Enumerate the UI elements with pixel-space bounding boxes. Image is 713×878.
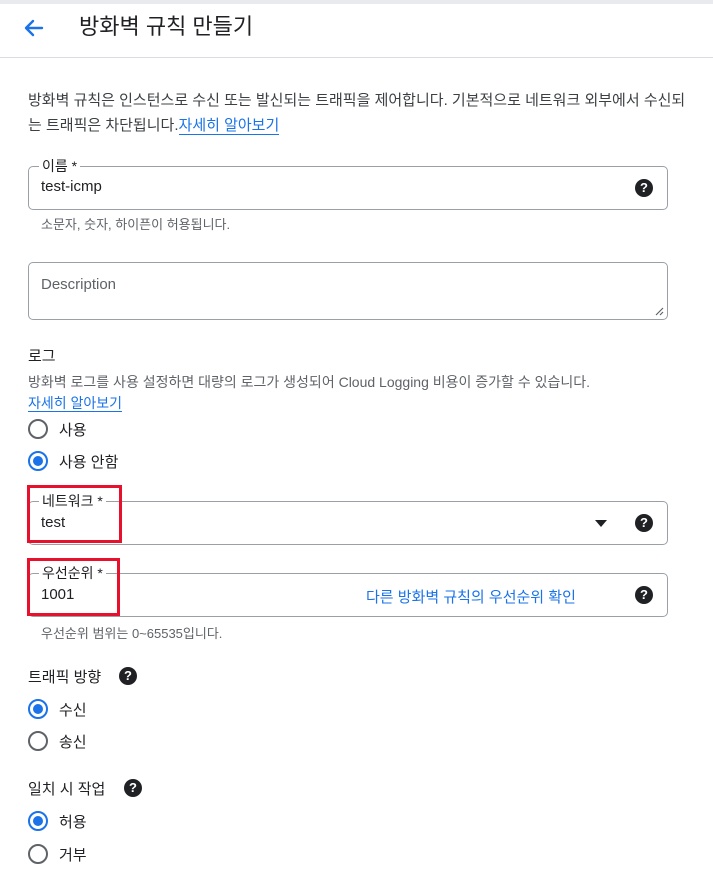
highlight-box — [27, 558, 120, 616]
name-field-label: 이름 * — [39, 157, 81, 175]
action-deny-radio[interactable]: 거부 — [28, 843, 108, 865]
priority-hint: 우선순위 범위는 0~65535입니다. — [41, 626, 223, 641]
page-header: 방화벽 규칙 만들기 — [0, 4, 713, 58]
highlight-box — [27, 485, 122, 543]
back-button[interactable] — [18, 12, 50, 44]
logs-description: 방화벽 로그를 사용 설정하면 대량의 로그가 생성되어 Cloud Loggi… — [28, 372, 688, 414]
help-icon[interactable]: ? — [124, 779, 142, 797]
radio-label: 송신 — [59, 734, 87, 751]
help-icon[interactable]: ? — [119, 667, 137, 685]
help-icon[interactable]: ? — [635, 179, 653, 197]
network-select[interactable]: 네트워크 * test ? — [28, 492, 668, 545]
page-title: 방화벽 규칙 만들기 — [79, 14, 254, 39]
action-allow-radio[interactable]: 허용 — [28, 810, 108, 832]
radio-label: 수신 — [59, 702, 87, 719]
radio-icon — [28, 451, 48, 471]
intro-description: 방화벽 규칙은 인스턴스로 수신 또는 발신되는 트래픽을 제어합니다. 기본적… — [28, 92, 686, 134]
name-field[interactable]: 이름 * test-icmp ? — [28, 157, 668, 210]
name-input[interactable]: test-icmp — [41, 178, 102, 195]
priority-check-link[interactable]: 다른 방화벽 규칙의 우선순위 확인 — [366, 586, 576, 607]
radio-icon — [28, 699, 48, 719]
direction-ingress-radio[interactable]: 수신 — [28, 698, 108, 720]
action-title: 일치 시 작업 — [28, 778, 105, 799]
help-icon[interactable]: ? — [635, 586, 653, 604]
arrow-back-icon — [24, 19, 44, 37]
radio-icon — [28, 844, 48, 864]
direction-title-text: 트래픽 방향 — [28, 669, 102, 686]
logs-on-radio[interactable]: 사용 — [28, 418, 108, 440]
logs-off-radio[interactable]: 사용 안함 — [28, 450, 138, 472]
radio-icon — [28, 419, 48, 439]
logs-learn-more-link[interactable]: 자세히 알아보기 — [28, 395, 123, 412]
resize-handle-icon[interactable] — [654, 306, 664, 316]
priority-field[interactable]: 우선순위 * 1001 다른 방화벽 규칙의 우선순위 확인 ? — [28, 564, 668, 617]
help-icon[interactable]: ? — [635, 514, 653, 532]
radio-icon — [28, 731, 48, 751]
radio-icon — [28, 811, 48, 831]
logs-description-text: 방화벽 로그를 사용 설정하면 대량의 로그가 생성되어 Cloud Loggi… — [28, 374, 591, 390]
intro-text: 방화벽 규칙은 인스턴스로 수신 또는 발신되는 트래픽을 제어합니다. 기본적… — [28, 88, 688, 138]
learn-more-link[interactable]: 자세히 알아보기 — [178, 117, 280, 135]
description-field[interactable]: Description — [28, 262, 668, 320]
direction-egress-radio[interactable]: 송신 — [28, 730, 108, 752]
radio-label: 허용 — [59, 814, 87, 831]
dropdown-arrow-icon[interactable] — [595, 520, 607, 527]
radio-label: 거부 — [59, 847, 87, 864]
action-title-text: 일치 시 작업 — [28, 781, 106, 798]
radio-label: 사용 — [59, 422, 87, 439]
direction-title: 트래픽 방향 — [28, 666, 101, 687]
radio-label: 사용 안함 — [59, 454, 119, 471]
name-hint: 소문자, 숫자, 하이픈이 허용됩니다. — [41, 217, 231, 232]
logs-title: 로그 — [28, 348, 56, 365]
description-input[interactable]: Description — [41, 276, 116, 293]
